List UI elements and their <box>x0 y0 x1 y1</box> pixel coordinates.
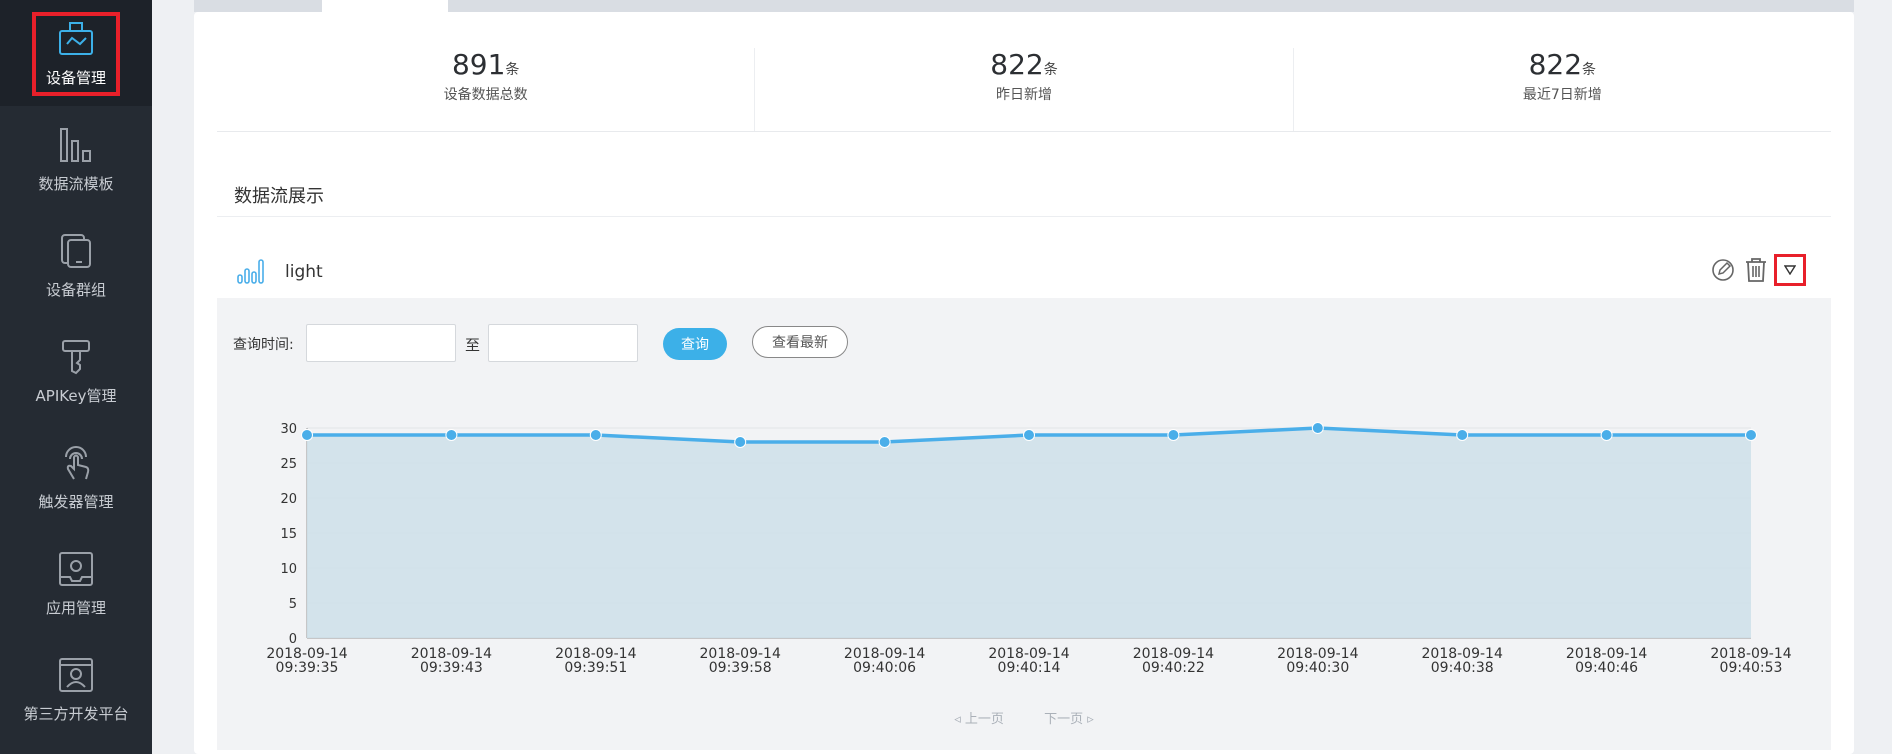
to-label: 至 <box>465 336 481 354</box>
y-tick-label: 0 <box>289 632 297 647</box>
x-tick-label-time: 09:39:35 <box>276 660 339 676</box>
stat-total: 891条 设备数据总数 <box>217 48 756 131</box>
stat-unit: 条 <box>1043 62 1058 78</box>
x-tick-label-time: 09:39:43 <box>420 660 483 676</box>
sidebar-item-third-party-platform[interactable]: 第三方开发平台 <box>0 636 152 742</box>
datastream-template-icon <box>56 125 96 165</box>
line-chart: 0510152025302018-09-1409:39:352018-09-14… <box>266 422 1792 676</box>
stream-name: light <box>285 262 323 282</box>
y-tick-label: 20 <box>280 492 297 507</box>
y-tick-label: 30 <box>280 422 297 437</box>
x-tick-label-time: 09:39:51 <box>564 660 627 676</box>
x-tick-label-time: 09:40:38 <box>1431 660 1494 676</box>
stat-yesterday: 822条 昨日新增 <box>755 48 1294 131</box>
application-icon <box>56 549 96 589</box>
stat-label: 最近7日新增 <box>1522 87 1602 103</box>
sidebar-item-label: 应用管理 <box>45 598 106 617</box>
chevron-down-icon <box>1784 265 1796 275</box>
sidebar-item-label: 第三方开发平台 <box>23 704 129 723</box>
y-tick-label: 25 <box>280 457 297 472</box>
tab-active[interactable] <box>322 0 448 12</box>
x-tick-label-time: 09:39:58 <box>709 660 772 676</box>
y-tick-label: 5 <box>289 597 297 612</box>
query-button[interactable]: 查询 <box>663 328 727 360</box>
next-page-link[interactable]: 下一页 ▹ <box>1044 712 1094 727</box>
chart-panel: 查询时间: 至 查询 查看最新 0 5 10 15 20 25 30 2018-09-14 09… <box>217 298 1831 750</box>
trigger-icon <box>56 443 96 483</box>
section-title: 数据流展示 <box>234 186 324 207</box>
sidebar-item-application[interactable]: 应用管理 <box>0 530 152 636</box>
trash-icon[interactable] <box>1744 257 1768 283</box>
stats-row: 891条 设备数据总数 822条 昨日新增 822条 最近7日新增 <box>217 48 1831 132</box>
datastream-icon <box>237 259 264 284</box>
stat-value: 822 <box>990 48 1044 81</box>
end-time-input[interactable] <box>488 324 638 362</box>
sidebar-item-apikey[interactable]: APIKey管理 <box>0 318 152 424</box>
x-tick-label-time: 09:40:14 <box>998 660 1061 676</box>
stat-value: 822 <box>1528 48 1583 81</box>
x-tick-label-time: 09:40:30 <box>1286 660 1349 676</box>
sidebar: 设备管理 数据流模板 设备群组 APIKey管理 触发器管理 应用管理 第三方开… <box>0 0 152 754</box>
data-point <box>301 429 313 441</box>
sidebar-item-trigger[interactable]: 触发器管理 <box>0 424 152 530</box>
prev-page-link[interactable]: ◃ 上一页 <box>954 712 1004 727</box>
stat-value: 891 <box>451 48 506 81</box>
sidebar-item-device-group[interactable]: 设备群组 <box>0 212 152 318</box>
query-time-label: 查询时间: <box>233 337 294 353</box>
data-point <box>1023 429 1035 441</box>
stat-unit: 条 <box>505 62 520 78</box>
x-tick-label-time: 09:40:22 <box>1142 660 1205 676</box>
device-group-icon <box>56 231 96 271</box>
data-point <box>1600 429 1613 441</box>
x-tick-label-time: 09:40:53 <box>1720 660 1783 676</box>
start-time-input[interactable] <box>306 324 456 362</box>
apikey-icon <box>56 337 96 377</box>
y-tick-label: 10 <box>280 562 297 577</box>
stream-header: light <box>217 250 1831 298</box>
sidebar-item-label: 触发器管理 <box>38 492 114 511</box>
highlight-box <box>32 12 120 96</box>
data-point <box>1745 429 1757 441</box>
stat-last-7-days: 822条 最近7日新增 <box>1294 48 1831 131</box>
x-tick-label-time: 09:40:06 <box>853 660 916 676</box>
data-point <box>1311 422 1324 434</box>
view-latest-button[interactable]: 查看最新 <box>752 326 848 358</box>
sidebar-item-label: APIKey管理 <box>35 386 117 405</box>
stat-label: 昨日新增 <box>995 87 1052 103</box>
sidebar-item-label: 数据流模板 <box>38 174 114 193</box>
data-point <box>734 436 747 448</box>
data-point <box>1456 429 1469 441</box>
sidebar-item-label: 设备群组 <box>45 280 106 299</box>
pager: ◃ 上一页 下一页 ▹ <box>217 708 1831 727</box>
collapse-toggle-button[interactable] <box>1774 254 1806 286</box>
third-party-platform-icon <box>56 655 96 695</box>
x-tick-label-time: 09:40:46 <box>1575 660 1638 676</box>
data-point <box>445 429 458 441</box>
data-point <box>589 429 602 441</box>
divider <box>217 216 1831 217</box>
stat-unit: 条 <box>1582 62 1597 78</box>
sidebar-item-datastream-template[interactable]: 数据流模板 <box>0 106 152 212</box>
y-tick-label: 15 <box>280 527 297 542</box>
data-point <box>1167 429 1180 441</box>
data-point <box>878 436 891 448</box>
edit-icon[interactable] <box>1711 258 1735 282</box>
area-fill <box>307 428 1751 638</box>
stat-label: 设备数据总数 <box>443 87 528 103</box>
